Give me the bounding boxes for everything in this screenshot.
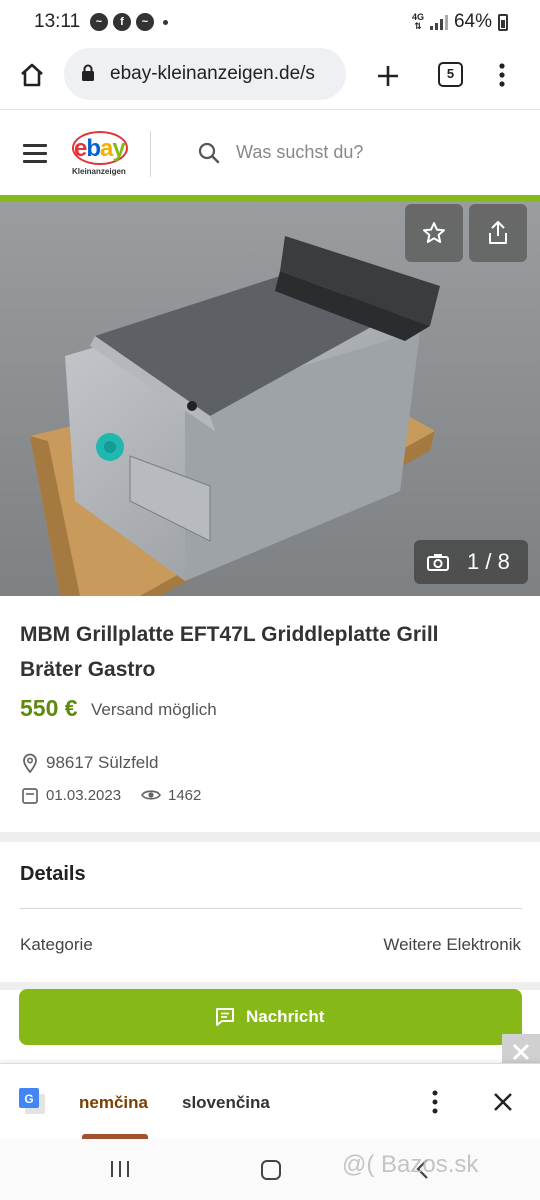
translate-target-tab[interactable]: slovenčina [182, 1093, 270, 1113]
site-header: ebay Kleinanzeigen Was suchst du? [0, 111, 540, 195]
clock: 13:11 [34, 11, 81, 32]
ad-price: 550 € [20, 695, 78, 721]
ad-date: 01.03.2023 [46, 787, 122, 804]
section-separator [0, 832, 540, 842]
favorite-button[interactable] [405, 204, 463, 262]
message-button-label: Nachricht [246, 1007, 325, 1026]
close-icon[interactable] [493, 1092, 513, 1112]
system-status: 4G ⇅ 64% [412, 11, 508, 33]
header-divider [150, 131, 151, 177]
home-icon[interactable] [19, 62, 45, 88]
home-button-icon[interactable] [260, 1159, 282, 1181]
status-bar: 13:11 ~ f ~ 4G ⇅ 64% [0, 0, 540, 46]
url-text: ebay-kleinanzeigen.de/s [110, 63, 315, 84]
details-row-label: Kategorie [20, 935, 93, 954]
share-button[interactable] [469, 204, 527, 262]
eye-icon [141, 790, 161, 800]
battery-icon [498, 13, 508, 31]
tab-switcher-button[interactable]: 5 [438, 62, 463, 87]
ad-title: MBM Grillplatte EFT47L Griddleplatte Gri… [20, 623, 439, 681]
ad-views: 1462 [168, 787, 202, 804]
product-image[interactable] [0, 201, 540, 596]
watermark: @( Bazos.sk [342, 1151, 479, 1178]
shipping-info: Versand möglich [91, 700, 217, 719]
location-pin-icon [23, 753, 37, 773]
ad-location[interactable]: 98617 Sülzfeld [46, 753, 158, 773]
details-heading: Details [20, 863, 86, 885]
translate-menu-icon[interactable] [429, 1090, 441, 1114]
share-icon [489, 221, 507, 244]
star-icon [423, 222, 445, 243]
recent-apps-icon[interactable] [109, 1159, 131, 1179]
translate-source-tab[interactable]: nemčina [79, 1093, 148, 1113]
google-translate-icon: G [19, 1088, 45, 1114]
svg-text:G: G [24, 1092, 33, 1106]
logo-subtext: Kleinanzeigen [72, 167, 126, 176]
notification-icons: ~ f ~ [90, 13, 168, 31]
lock-icon [82, 64, 94, 81]
search-icon[interactable] [198, 142, 220, 164]
search-input[interactable]: Was suchst du? [236, 142, 363, 163]
hamburger-menu-icon[interactable] [23, 144, 47, 168]
details-row-value: Weitere Elektronik [383, 935, 521, 954]
address-bar[interactable]: ebay-kleinanzeigen.de/s [64, 48, 346, 100]
network-type-icon: 4G ⇅ [411, 12, 424, 31]
new-tab-icon[interactable] [376, 64, 400, 88]
camera-icon [427, 554, 449, 571]
system-nav-bar: @( Bazos.sk [0, 1139, 540, 1200]
messenger-icon: ~ [90, 13, 108, 31]
browser-menu-icon[interactable] [496, 62, 508, 88]
close-icon [512, 1043, 530, 1061]
site-logo[interactable]: ebay [74, 135, 126, 163]
facebook-icon: f [113, 13, 131, 31]
battery-percent: 64% [453, 11, 492, 32]
messenger-icon: ~ [136, 13, 154, 31]
calendar-icon [22, 788, 38, 804]
signal-icon [429, 14, 448, 30]
image-counter: 1 / 8 [414, 540, 528, 584]
more-notifications-dot [163, 20, 168, 25]
translate-bar: G nemčina slovenčina [0, 1063, 540, 1139]
chat-icon [216, 1008, 234, 1026]
message-button[interactable]: Nachricht [19, 989, 522, 1045]
image-counter-text: 1 / 8 [467, 549, 510, 574]
browser-toolbar: ebay-kleinanzeigen.de/s 5 [0, 46, 540, 110]
details-divider [20, 908, 522, 909]
